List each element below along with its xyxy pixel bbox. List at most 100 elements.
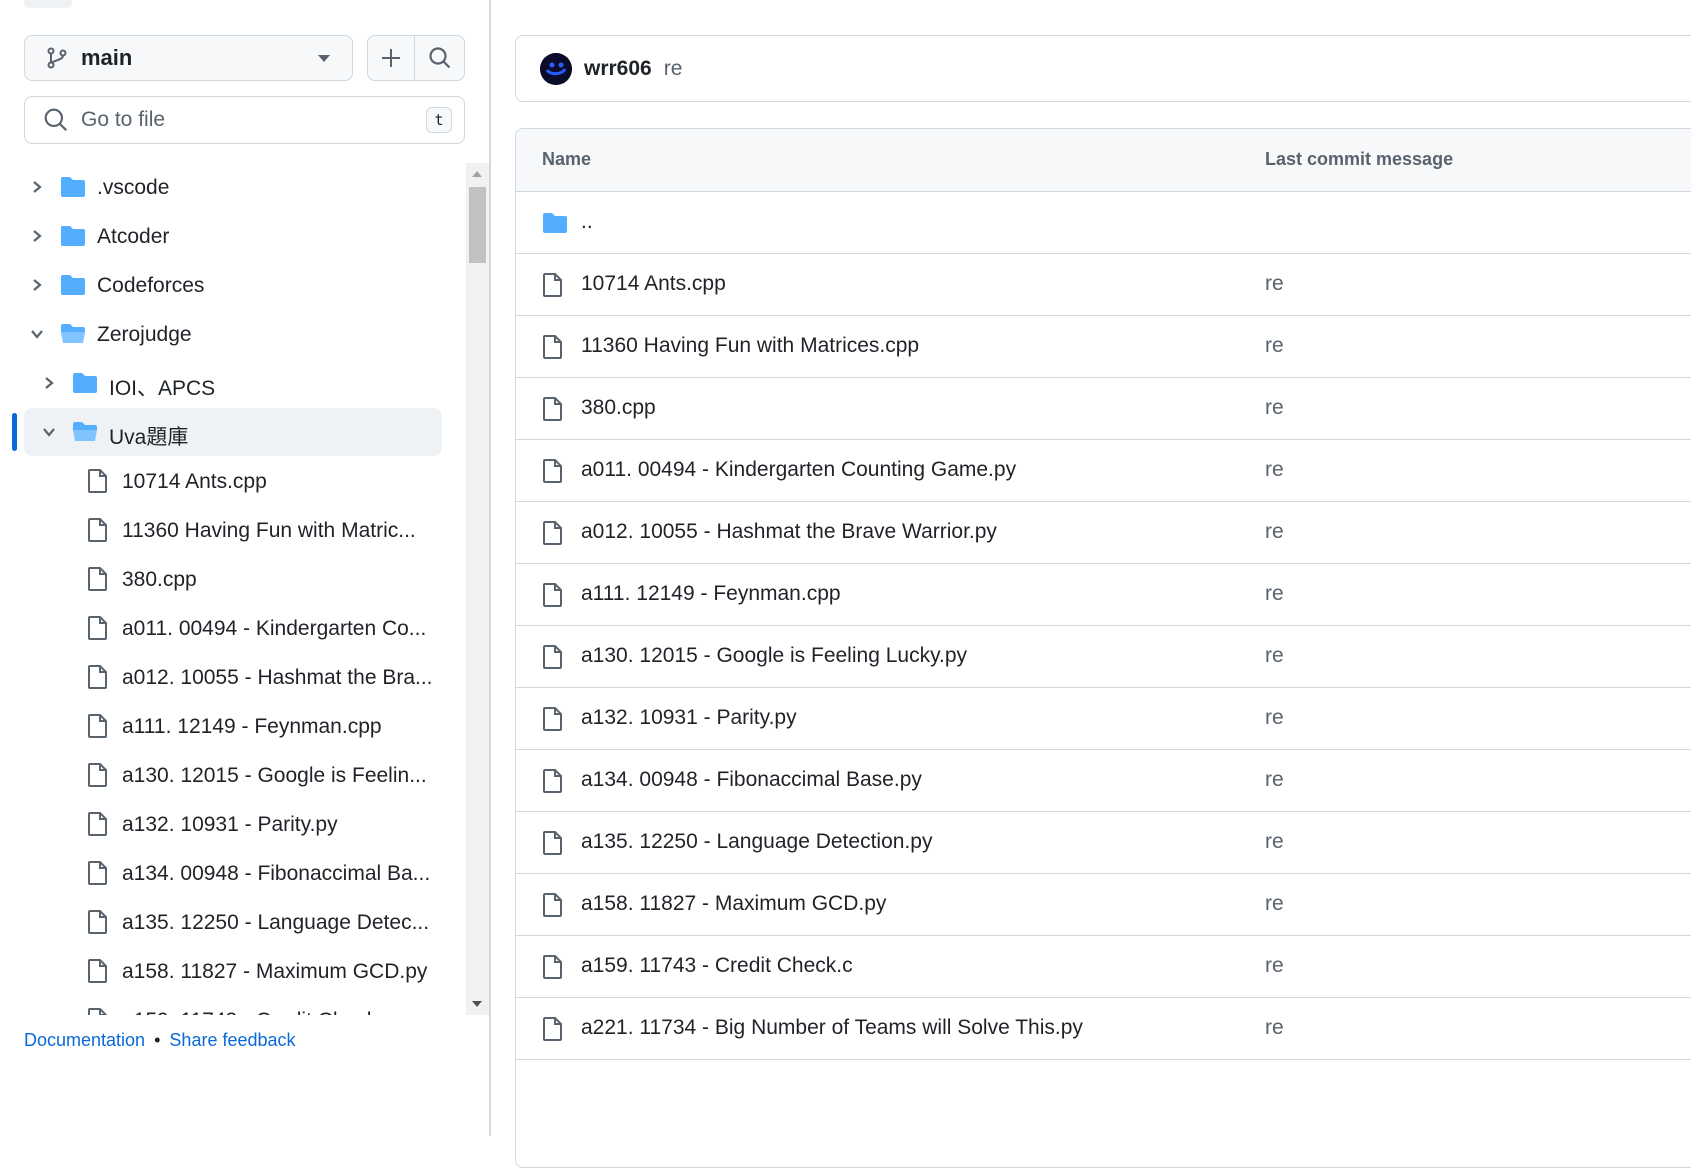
tree-file-item[interactable]: a132. 10931 - Parity.py: [0, 800, 466, 848]
commit-message-link[interactable]: re: [1265, 768, 1284, 792]
tree-file-item[interactable]: a135. 12250 - Language Detec...: [0, 898, 466, 946]
tree-file-item[interactable]: a011. 00494 - Kindergarten Co...: [0, 604, 466, 652]
commit-message-link[interactable]: re: [1265, 644, 1284, 668]
tree-item-label: a011. 00494 - Kindergarten Co...: [122, 617, 427, 640]
parent-directory-link[interactable]: ..: [581, 210, 593, 234]
commit-message-link[interactable]: re: [1265, 706, 1284, 730]
tree-file-item[interactable]: 380.cpp: [0, 555, 466, 603]
chevron-down-icon: [318, 54, 330, 62]
file-icon: [542, 334, 564, 360]
commit-message-link[interactable]: re: [1265, 582, 1284, 606]
tree-folder-item[interactable]: Codeforces: [0, 261, 466, 309]
file-tree: .vscode Atcoder Codeforces Zerojudge IOI、APC…: [0, 163, 466, 1015]
sidebar-footer: Documentation • Share feedback: [24, 1030, 296, 1051]
tree-item-label: a159. 11743 - Credit Check.c: [122, 1009, 394, 1015]
tree-file-item[interactable]: a134. 00948 - Fibonaccimal Ba...: [0, 849, 466, 897]
table-row: 11360 Having Fun with Matrices.cpp re: [516, 316, 1691, 378]
chevron-right-icon[interactable]: [42, 376, 56, 390]
file-name-link[interactable]: a011. 00494 - Kindergarten Counting Game…: [581, 458, 1016, 482]
file-name-link[interactable]: 10714 Ants.cpp: [581, 272, 726, 296]
search-icon: [428, 47, 450, 69]
go-to-file-placeholder: Go to file: [81, 108, 166, 131]
file-icon: [87, 762, 109, 788]
chevron-down-icon[interactable]: [30, 327, 44, 341]
file-name-link[interactable]: a132. 10931 - Parity.py: [581, 706, 797, 730]
go-to-file-input[interactable]: Go to file t: [24, 96, 465, 144]
share-feedback-link[interactable]: Share feedback: [169, 1030, 295, 1050]
plus-icon: [382, 49, 400, 67]
file-name-link[interactable]: a111. 12149 - Feynman.cpp: [581, 582, 841, 606]
collapse-sidebar-button[interactable]: [24, 0, 72, 8]
tree-folder-item[interactable]: Zerojudge: [0, 310, 466, 358]
tree-folder-item[interactable]: IOI、APCS: [0, 359, 466, 407]
tree-file-item[interactable]: a159. 11743 - Credit Check.c: [0, 996, 466, 1015]
file-name-link[interactable]: a159. 11743 - Credit Check.c: [581, 954, 853, 978]
file-icon: [542, 892, 564, 918]
commit-message-link[interactable]: re: [1265, 520, 1284, 544]
file-icon: [87, 860, 109, 886]
scroll-down-arrow-icon[interactable]: [472, 1001, 482, 1007]
tree-folder-item[interactable]: Atcoder: [0, 212, 466, 260]
table-row: a221. 11734 - Big Number of Teams will S…: [516, 998, 1691, 1060]
chevron-right-icon[interactable]: [30, 180, 44, 194]
tree-item-label: a012. 10055 - Hashmat the Bra...: [122, 666, 433, 689]
tree-file-item[interactable]: a130. 12015 - Google is Feelin...: [0, 751, 466, 799]
add-file-button[interactable]: [367, 35, 415, 81]
scroll-thumb[interactable]: [469, 187, 486, 263]
folder-icon: [72, 372, 98, 394]
file-icon: [542, 1016, 564, 1042]
commit-message-link[interactable]: re: [1265, 396, 1284, 420]
table-row: a135. 12250 - Language Detection.py re: [516, 812, 1691, 874]
file-name-link[interactable]: a130. 12015 - Google is Feeling Lucky.py: [581, 644, 967, 668]
tree-item-label: Codeforces: [97, 274, 205, 297]
table-row: a111. 12149 - Feynman.cpp re: [516, 564, 1691, 626]
tree-folder-item[interactable]: Uva題庫: [24, 408, 442, 456]
commit-message-link[interactable]: re: [1265, 892, 1284, 916]
commit-message-link[interactable]: re: [1265, 830, 1284, 854]
sidebar-divider[interactable]: [489, 0, 491, 1136]
folder-icon: [542, 212, 568, 234]
scroll-up-arrow-icon[interactable]: [472, 171, 482, 177]
search-icon: [43, 107, 69, 133]
tree-file-item[interactable]: 11360 Having Fun with Matric...: [0, 506, 466, 554]
tree-folder-item[interactable]: .vscode: [0, 163, 466, 211]
avatar[interactable]: [540, 52, 572, 85]
footer-separator: •: [154, 1030, 161, 1050]
file-icon: [542, 830, 564, 856]
file-name-link[interactable]: a135. 12250 - Language Detection.py: [581, 830, 932, 854]
commit-message-link[interactable]: re: [1265, 272, 1284, 296]
commit-message-link[interactable]: re: [1265, 954, 1284, 978]
chevron-down-icon[interactable]: [42, 425, 56, 439]
search-code-button[interactable]: [414, 35, 465, 81]
parent-directory-row[interactable]: ..: [516, 192, 1691, 254]
file-tree-sidebar: main Go to file t .vscode Atcoder Codeforc…: [0, 0, 490, 1136]
tree-item-label: a135. 12250 - Language Detec...: [122, 911, 430, 934]
file-icon: [542, 954, 564, 980]
file-name-link[interactable]: a221. 11734 - Big Number of Teams will S…: [581, 1016, 1083, 1040]
tree-file-item[interactable]: 10714 Ants.cpp: [0, 457, 466, 505]
file-name-link[interactable]: 11360 Having Fun with Matrices.cpp: [581, 334, 919, 358]
commit-message-link[interactable]: re: [1265, 1016, 1284, 1040]
file-icon: [87, 566, 109, 592]
tree-item-label: 380.cpp: [122, 568, 197, 591]
commit-author-link[interactable]: wrr606: [584, 57, 652, 81]
commit-message-link[interactable]: re: [1265, 334, 1284, 358]
commit-message-link[interactable]: re: [664, 57, 683, 81]
tree-scrollbar[interactable]: [466, 163, 489, 1015]
branch-selector-button[interactable]: main: [24, 35, 353, 81]
file-icon: [542, 706, 564, 732]
tree-item-label: 11360 Having Fun with Matric...: [122, 519, 416, 542]
chevron-right-icon[interactable]: [30, 229, 44, 243]
tree-file-item[interactable]: a111. 12149 - Feynman.cpp: [0, 702, 466, 750]
file-name-link[interactable]: a134. 00948 - Fibonaccimal Base.py: [581, 768, 922, 792]
tree-file-item[interactable]: a158. 11827 - Maximum GCD.py: [0, 947, 466, 995]
commit-message-link[interactable]: re: [1265, 458, 1284, 482]
file-name-link[interactable]: 380.cpp: [581, 396, 656, 420]
tree-file-item[interactable]: a012. 10055 - Hashmat the Bra...: [0, 653, 466, 701]
table-row: a158. 11827 - Maximum GCD.py re: [516, 874, 1691, 936]
documentation-link[interactable]: Documentation: [24, 1030, 145, 1050]
file-name-link[interactable]: a012. 10055 - Hashmat the Brave Warrior.…: [581, 520, 997, 544]
file-name-link[interactable]: a158. 11827 - Maximum GCD.py: [581, 892, 886, 916]
chevron-right-icon[interactable]: [30, 278, 44, 292]
table-row: a130. 12015 - Google is Feeling Lucky.py…: [516, 626, 1691, 688]
